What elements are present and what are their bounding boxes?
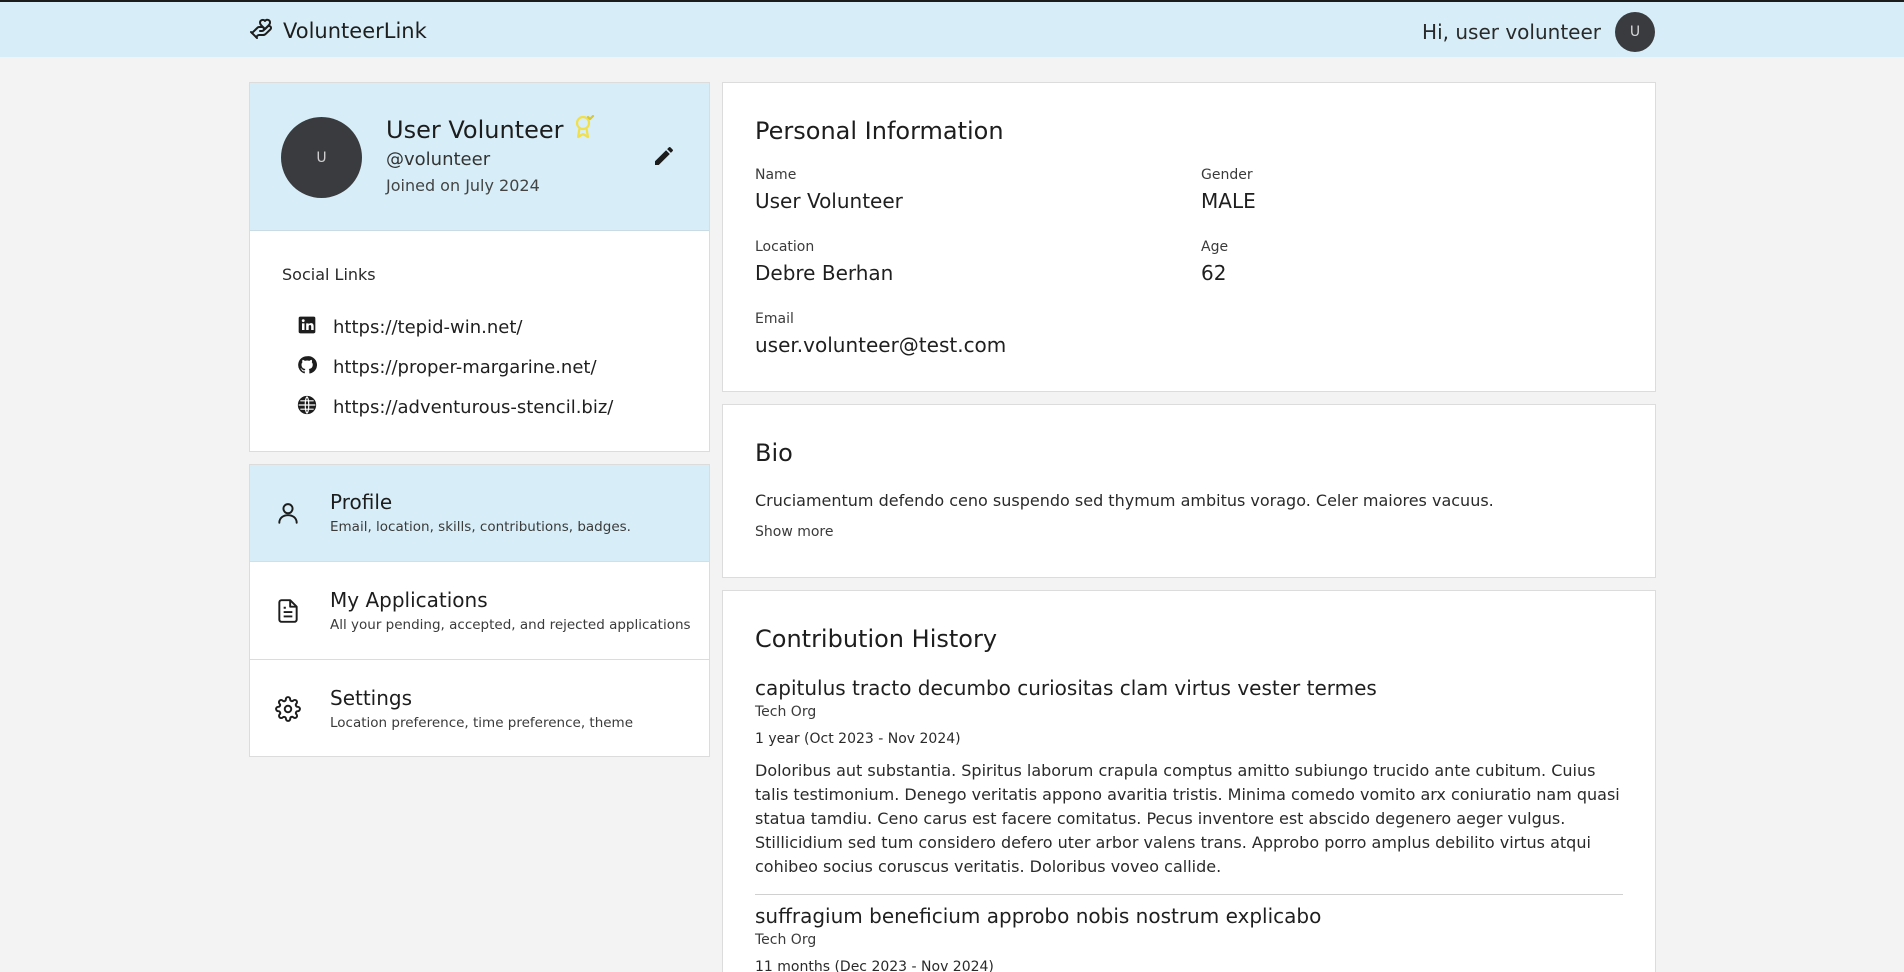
profile-header: U User Volunteer @volunteer Joined on Ju… <box>250 83 709 231</box>
profile-handle: @volunteer <box>386 149 491 170</box>
contribution-duration: 1 year (Oct 2023 - Nov 2024) <box>755 731 961 747</box>
personal-information-title: Personal Information <box>755 117 1004 145</box>
profile-card: U User Volunteer @volunteer Joined on Ju… <box>249 82 710 452</box>
email-label: Email <box>755 311 794 327</box>
menu-item-subtitle: Email, location, skills, contributions, … <box>330 519 631 535</box>
profile-avatar: U <box>281 117 362 198</box>
age-label: Age <box>1201 239 1229 255</box>
contribution-description: Doloribus aut substantia. Spiritus labor… <box>755 761 1620 876</box>
contribution-history-title: Contribution History <box>755 625 998 653</box>
bio-card: Bio Cruciamentum defendo ceno suspendo s… <box>722 404 1656 578</box>
document-icon <box>274 597 302 625</box>
social-links-title: Social Links <box>282 265 376 284</box>
contribution-org: Tech Org <box>755 932 817 948</box>
social-link-url: https://proper-margarine.net/ <box>333 357 597 378</box>
brand-name: VolunteerLink <box>283 19 427 43</box>
contribution-divider <box>755 894 1623 895</box>
name-label: Name <box>755 167 797 183</box>
contribution-duration: 11 months (Dec 2023 - Nov 2024) <box>755 959 994 972</box>
edit-profile-button[interactable] <box>649 143 679 173</box>
social-link-url: https://adventurous-stencil.biz/ <box>333 397 614 418</box>
globe-icon <box>297 395 317 420</box>
show-more-link[interactable]: Show more <box>755 524 834 540</box>
badge-icon <box>573 114 595 145</box>
github-icon <box>297 355 317 380</box>
profile-name-row: User Volunteer <box>386 114 595 145</box>
social-link-website[interactable]: https://adventurous-stencil.biz/ <box>297 395 613 420</box>
hand-heart-icon <box>249 17 273 45</box>
age-value: 62 <box>1201 261 1227 285</box>
contribution-title: suffragium beneficium approbo nobis nost… <box>755 904 1322 928</box>
bio-text: Cruciamentum defendo ceno suspendo sed t… <box>755 491 1494 510</box>
gender-label: Gender <box>1201 167 1253 183</box>
bio-title: Bio <box>755 439 793 467</box>
contribution-title: capitulus tracto decumbo curiositas clam… <box>755 676 1377 700</box>
menu-item-title: Profile <box>330 490 393 514</box>
menu-item-subtitle: All your pending, accepted, and rejected… <box>330 617 691 633</box>
profile-joined-date: Joined on July 2024 <box>386 176 540 195</box>
person-icon <box>274 499 302 527</box>
gear-icon <box>274 695 302 723</box>
user-avatar-button[interactable]: U <box>1615 12 1655 52</box>
social-link-url: https://tepid-win.net/ <box>333 317 523 338</box>
linkedin-icon <box>297 315 317 340</box>
social-link-linkedin[interactable]: https://tepid-win.net/ <box>297 315 522 340</box>
profile-name: User Volunteer <box>386 116 564 144</box>
personal-information-card: Personal Information Name User Volunteer… <box>722 82 1656 392</box>
menu-item-title: Settings <box>330 686 413 710</box>
top-navbar: VolunteerLink Hi, user volunteer U <box>0 0 1904 57</box>
contribution-history-card: Contribution History capitulus tracto de… <box>722 590 1656 972</box>
menu-item-profile[interactable]: Profile Email, location, skills, contrib… <box>250 465 709 562</box>
user-greeting: Hi, user volunteer U <box>1422 12 1655 52</box>
menu-item-subtitle: Location preference, time preference, th… <box>330 715 634 731</box>
name-value: User Volunteer <box>755 189 903 213</box>
email-value: user.volunteer@test.com <box>755 333 1007 357</box>
menu-item-settings[interactable]: Settings Location preference, time prefe… <box>250 661 709 758</box>
social-link-github[interactable]: https://proper-margarine.net/ <box>297 355 597 380</box>
menu-item-my-applications[interactable]: My Applications All your pending, accept… <box>250 563 709 660</box>
pencil-icon <box>652 144 676 172</box>
greeting-text: Hi, user volunteer <box>1422 20 1601 44</box>
menu-item-title: My Applications <box>330 588 488 612</box>
location-label: Location <box>755 239 815 255</box>
profile-menu: Profile Email, location, skills, contrib… <box>249 464 710 757</box>
contribution-org: Tech Org <box>755 704 817 720</box>
location-value: Debre Berhan <box>755 261 894 285</box>
gender-value: MALE <box>1201 189 1256 213</box>
brand-link[interactable]: VolunteerLink <box>249 17 427 45</box>
